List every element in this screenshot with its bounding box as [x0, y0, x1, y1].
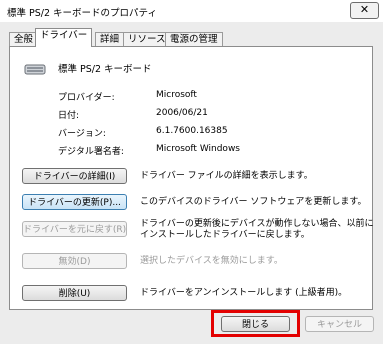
roll-back-description-line-1: ドライバーの更新後にデバイスが動作しない場合、以前に: [140, 219, 374, 229]
disable-button[interactable]: 無効(D): [22, 253, 127, 269]
digital-signer-value: Microsoft Windows: [156, 144, 240, 154]
uninstall-description: ドライバーをアンインストールします (上級者用)。: [140, 288, 348, 298]
window-close-button[interactable]: ✕: [350, 2, 379, 19]
uninstall-button[interactable]: 削除(U): [22, 285, 127, 301]
update-driver-description: このデバイスのドライバー ソフトウェアを更新します。: [140, 197, 367, 207]
tab-details[interactable]: 詳細: [95, 32, 125, 47]
cancel-button[interactable]: キャンセル: [305, 316, 374, 332]
tab-power-management[interactable]: 電源の管理: [165, 32, 223, 47]
driver-details-button[interactable]: ドライバーの詳細(I): [22, 168, 127, 184]
properties-window: 標準 PS/2 キーボードのプロパティ ✕ 全般 ドライバー 詳細 リソース 電…: [0, 0, 383, 344]
tab-resources[interactable]: リソース: [123, 32, 171, 47]
driver-tab-panel: 標準 PS/2 キーボード プロバイダー: Microsoft 日付: 2006…: [9, 46, 374, 310]
close-button[interactable]: 閉じる: [221, 316, 290, 332]
disable-description: 選択したデバイスを無効にします。: [140, 256, 283, 266]
provider-label: プロバイダー:: [58, 93, 115, 103]
digital-signer-label: デジタル署名者:: [58, 147, 124, 157]
device-name: 標準 PS/2 キーボード: [58, 64, 152, 75]
tab-general[interactable]: 全般: [9, 32, 39, 47]
provider-value: Microsoft: [156, 90, 197, 100]
driver-details-description: ドライバー ファイルの詳細を表示します。: [140, 171, 313, 181]
roll-back-driver-button[interactable]: ドライバーを元に戻す(R): [22, 221, 127, 237]
version-label: バージョン:: [58, 129, 106, 139]
tab-driver[interactable]: ドライバー: [35, 28, 93, 47]
window-title: 標準 PS/2 キーボードのプロパティ: [7, 8, 157, 19]
version-value: 6.1.7600.16385: [156, 126, 228, 136]
date-value: 2006/06/21: [156, 108, 208, 118]
roll-back-description-line-2: インストールしたドライバーに戻します。: [140, 230, 310, 240]
update-driver-button[interactable]: ドライバーの更新(P)...: [22, 194, 127, 210]
title-bar: 標準 PS/2 キーボードのプロパティ ✕: [0, 0, 383, 22]
close-icon: ✕: [359, 3, 370, 16]
keyboard-icon: [24, 64, 46, 75]
date-label: 日付:: [58, 111, 80, 121]
